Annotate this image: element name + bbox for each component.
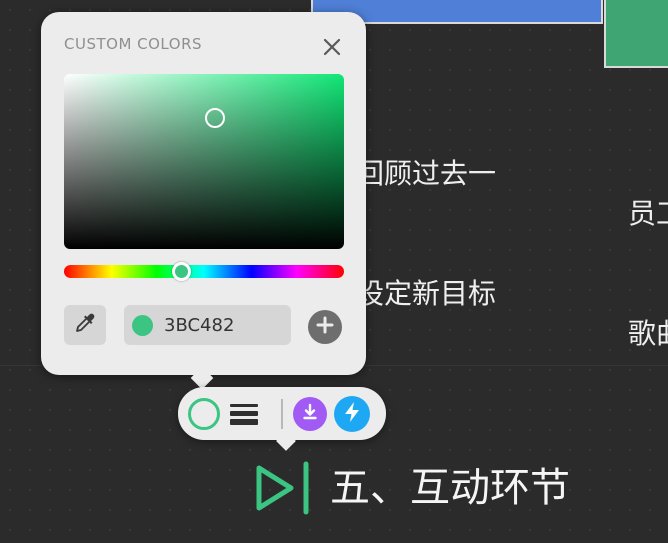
- color-cursor[interactable]: [205, 108, 225, 128]
- custom-color-picker: CUSTOM COLORS 3BC482: [41, 12, 366, 375]
- line-weight-icon[interactable]: [230, 402, 258, 426]
- add-color-button[interactable]: [308, 310, 342, 344]
- play-section-icon: [251, 458, 313, 518]
- canvas-text-line: 歌曲: [628, 317, 668, 350]
- hue-slider-thumb[interactable]: [172, 262, 191, 281]
- eyedropper-icon: [73, 311, 97, 339]
- saturation-value-area[interactable]: [64, 74, 344, 249]
- eyedropper-button[interactable]: [64, 305, 106, 345]
- hex-input-field[interactable]: 3BC482: [124, 305, 291, 345]
- download-icon: [300, 402, 320, 426]
- download-button[interactable]: [293, 397, 327, 431]
- close-icon[interactable]: [321, 36, 343, 58]
- color-ring-button[interactable]: [188, 398, 220, 430]
- plus-icon: [315, 315, 335, 339]
- lightning-button[interactable]: [334, 396, 370, 432]
- canvas-text-line: 员工: [628, 197, 668, 230]
- selected-color-swatch: [132, 314, 153, 336]
- shape-quick-toolbar: [178, 387, 386, 440]
- section-heading[interactable]: 五、互动环节: [330, 462, 570, 514]
- hue-slider[interactable]: [64, 265, 344, 278]
- canvas-text-block-2[interactable]: 员工 歌曲: [628, 114, 668, 394]
- canvas-shape-green[interactable]: [604, 0, 668, 68]
- picker-title: CUSTOM COLORS: [64, 35, 203, 53]
- hex-value[interactable]: 3BC482: [164, 315, 234, 336]
- toolbar-separator: [281, 399, 283, 429]
- lightning-icon: [342, 401, 362, 427]
